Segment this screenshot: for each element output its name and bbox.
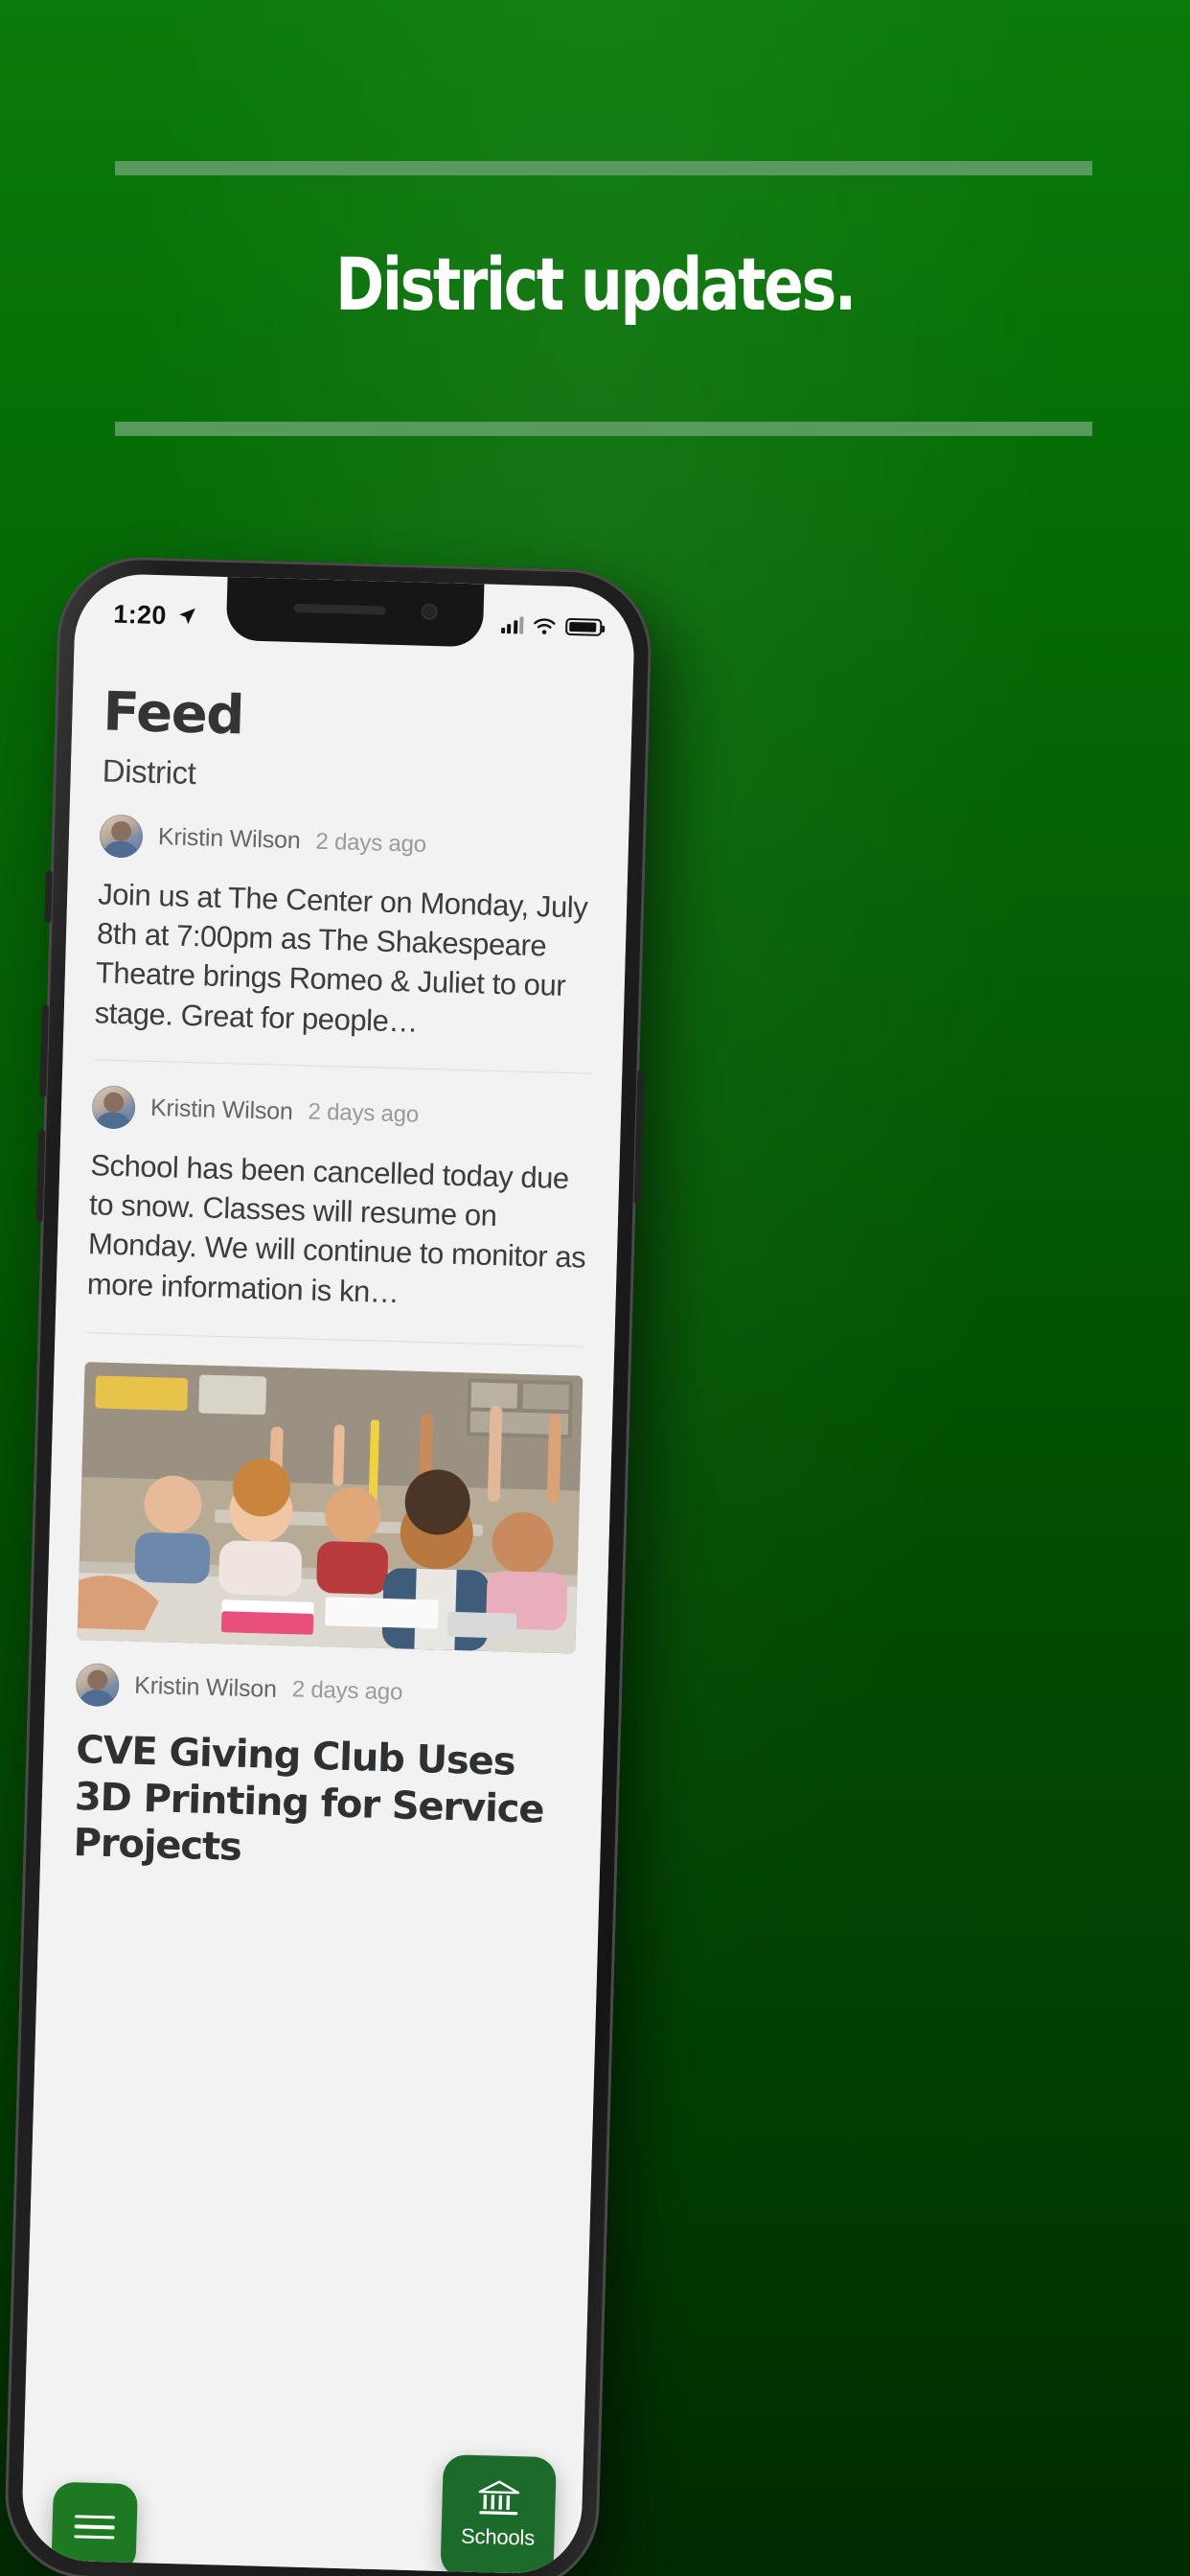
post-timestamp: 2 days ago	[291, 1676, 403, 1706]
avatar	[75, 1662, 120, 1707]
post-author: Kristin Wilson	[133, 1671, 278, 1703]
post-divider	[85, 1331, 584, 1347]
promo-headline: District updates.	[335, 242, 857, 327]
phone-body: 1:20 Feed District Kristin Wilson 2 days…	[3, 555, 653, 2576]
status-bar-left: 1:20	[113, 599, 198, 631]
cellular-signal-icon	[500, 616, 524, 634]
app-content: Feed District Kristin Wilson 2 days ago …	[20, 635, 634, 2576]
feed-post[interactable]: Kristin Wilson 2 days ago Join us at The…	[92, 789, 601, 1046]
phone-silent-switch	[44, 870, 53, 923]
phone-mockup: 1:20 Feed District Kristin Wilson 2 days…	[2, 555, 673, 2576]
wifi-icon	[534, 617, 556, 634]
school-building-icon	[478, 2480, 520, 2516]
post-timestamp: 2 days ago	[315, 828, 427, 858]
feed-post-article[interactable]: Kristin Wilson 2 days ago CVE Giving Clu…	[69, 1361, 585, 1881]
menu-button[interactable]	[51, 2481, 138, 2573]
battery-icon	[564, 617, 603, 636]
post-body: School has been cancelled today due to s…	[86, 1148, 586, 1309]
promo-divider-top	[115, 161, 1092, 175]
location-arrow-icon	[179, 608, 196, 625]
post-author: Kristin Wilson	[149, 1093, 294, 1125]
promo-divider-bottom	[115, 422, 1092, 436]
page-title: Feed	[102, 680, 244, 748]
avatar	[99, 814, 144, 859]
post-body: Join us at The Center on Monday, July 8t…	[94, 877, 588, 1039]
article-headline: CVE Giving Club Uses 3D Printing for Ser…	[72, 1727, 545, 1871]
classroom-students-raising-hands-photo[interactable]	[77, 1361, 584, 1654]
status-bar-right	[500, 615, 603, 636]
post-timestamp: 2 days ago	[308, 1098, 420, 1129]
status-clock: 1:20	[113, 599, 168, 630]
phone-volume-down-button	[35, 1129, 46, 1222]
schools-button[interactable]: Schools	[440, 2454, 557, 2576]
schools-button-label: Schools	[460, 2523, 536, 2550]
avatar	[91, 1085, 136, 1130]
feed-post[interactable]: Kristin Wilson 2 days ago School has bee…	[84, 1060, 593, 1317]
post-author: Kristin Wilson	[157, 823, 301, 855]
hamburger-menu-icon	[74, 2508, 116, 2546]
phone-volume-up-button	[39, 1004, 50, 1097]
phone-screen: 1:20 Feed District Kristin Wilson 2 days…	[20, 572, 636, 2576]
